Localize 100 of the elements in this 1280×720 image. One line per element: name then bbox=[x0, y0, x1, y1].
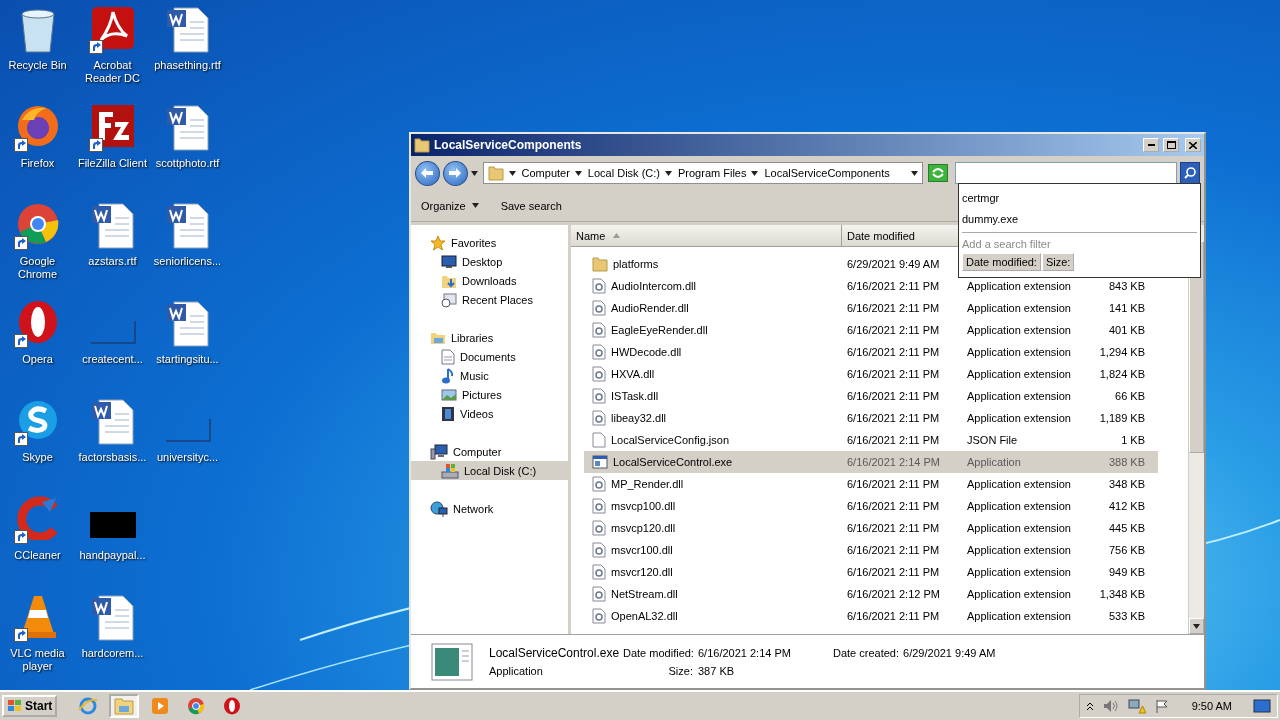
nav-item[interactable]: Music bbox=[411, 366, 568, 385]
file-type: Application extension bbox=[967, 302, 1072, 314]
desktop-icon-label[interactable]: Recycle Bin bbox=[8, 59, 67, 72]
maximize-icon bbox=[1166, 141, 1176, 149]
nav-item[interactable]: Desktop bbox=[411, 252, 568, 271]
desktop-icon-label[interactable]: startingsitu... bbox=[156, 353, 219, 366]
desktop-icon-label[interactable]: factorsbasis... bbox=[78, 451, 147, 464]
desktop-icon-label[interactable]: phasething.rtf bbox=[154, 59, 221, 72]
desktop-icon-label[interactable]: Firefox bbox=[20, 157, 55, 170]
browser-e-icon bbox=[78, 696, 99, 716]
file-row[interactable]: HXVA.dll 6/16/2021 2:11 PM Application extension 1,824 KB bbox=[584, 363, 1158, 385]
file-date: 6/16/2021 2:11 PM bbox=[847, 280, 941, 292]
nav-item[interactable]: Pictures bbox=[411, 385, 568, 404]
breadcrumb-item[interactable]: LocalServiceComponents bbox=[751, 167, 890, 179]
file-row[interactable]: MP_Render.dll 6/16/2021 2:11 PM Application extension 348 KB bbox=[584, 473, 1158, 495]
search-button[interactable] bbox=[1180, 162, 1200, 184]
nav-item[interactable]: Documents bbox=[411, 347, 568, 366]
file-row[interactable]: msvcr100.dll 6/16/2021 2:11 PM Application extension 756 KB bbox=[584, 539, 1158, 561]
desktop-icon-label[interactable]: scottphoto.rtf bbox=[155, 157, 220, 170]
file-type: JSON File bbox=[967, 434, 1019, 446]
file-row[interactable]: AudioRender.dll 6/16/2021 2:11 PM Application extension 141 KB bbox=[584, 297, 1158, 319]
desktop-icon-label[interactable]: Skype bbox=[22, 451, 53, 464]
nav-item[interactable]: Computer bbox=[411, 442, 568, 461]
breadcrumb-item[interactable]: Program Files bbox=[665, 167, 747, 179]
search-filter-button[interactable]: Date modified: bbox=[962, 253, 1041, 271]
file-row[interactable]: ISTask.dll 6/16/2021 2:11 PM Application extension 66 KB bbox=[584, 385, 1158, 407]
desktop-icon-label[interactable]: handpaypal... bbox=[79, 549, 146, 562]
nav-item[interactable]: Recent Places bbox=[411, 290, 568, 309]
desktop-icon-label[interactable]: hardcorem... bbox=[81, 647, 144, 660]
network-warning-icon bbox=[1127, 698, 1146, 714]
file-row[interactable]: LocalServiceControl.exe 6/16/2021 2:14 PM Application 388 KB bbox=[584, 451, 1158, 473]
address-bar[interactable]: Computer Local Disk (C:) Program Files LocalServiceComponents bbox=[482, 162, 924, 184]
nav-item[interactable]: Downloads bbox=[411, 271, 568, 290]
file-row[interactable]: msvcp120.dll 6/16/2021 2:11 PM Application extension 445 KB bbox=[584, 517, 1158, 539]
file-name: NetStream.dll bbox=[611, 588, 678, 600]
maximize-button[interactable] bbox=[1163, 138, 1179, 152]
computer-icon bbox=[430, 443, 448, 460]
caret-icon bbox=[574, 170, 582, 176]
search-suggestion[interactable]: certmgr bbox=[962, 187, 1197, 208]
file-name: AudioRender.dll bbox=[611, 302, 689, 314]
landscape-picture-icon bbox=[441, 387, 457, 402]
nav-item[interactable]: Favorites bbox=[411, 233, 568, 252]
start-button[interactable]: Start bbox=[2, 695, 58, 717]
desktop-icon-label[interactable]: CCleaner bbox=[14, 549, 61, 562]
gear-file-icon bbox=[592, 498, 606, 514]
file-date: 6/16/2021 2:11 PM bbox=[847, 434, 941, 446]
search-filter-button[interactable]: Size: bbox=[1041, 253, 1075, 271]
back-button[interactable] bbox=[415, 160, 440, 186]
desktop-icon-label[interactable]: Opera bbox=[22, 353, 53, 366]
desktop-icon-label[interactable]: universityc... bbox=[156, 451, 219, 464]
file-row[interactable]: EagleEyeRender.dll 6/16/2021 2:11 PM Application extension 401 KB bbox=[584, 319, 1158, 341]
close-button[interactable] bbox=[1185, 138, 1201, 152]
folder-icon bbox=[487, 165, 504, 181]
caret-icon bbox=[665, 170, 672, 176]
refresh-button[interactable] bbox=[928, 164, 948, 182]
scroll-down-button[interactable] bbox=[1189, 618, 1204, 634]
gear-file-icon bbox=[592, 278, 606, 294]
caret-icon bbox=[471, 203, 479, 208]
file-row[interactable]: NetStream.dll 6/16/2021 2:12 PM Application extension 1,348 KB bbox=[584, 583, 1158, 605]
desktop-icon-label[interactable]: FileZilla Client bbox=[77, 157, 148, 170]
caret-icon bbox=[751, 170, 759, 176]
file-row[interactable]: AudioIntercom.dll 6/16/2021 2:11 PM Application extension 843 KB bbox=[584, 275, 1158, 297]
file-size: 1,824 KB bbox=[1098, 368, 1145, 380]
minimize-button[interactable] bbox=[1143, 138, 1159, 152]
document-icon bbox=[165, 300, 210, 348]
nav-item[interactable]: Videos bbox=[411, 404, 568, 423]
file-row[interactable]: msvcp100.dll 6/16/2021 2:11 PM Application extension 412 KB bbox=[584, 495, 1158, 517]
film-strip-icon bbox=[441, 405, 455, 422]
file-name: HWDecode.dll bbox=[611, 346, 682, 358]
desktop-icon-label[interactable]: createcent... bbox=[82, 353, 143, 366]
desktop-icon-label[interactable]: azstars.rtf bbox=[88, 255, 137, 268]
toolbar-button[interactable]: Save search bbox=[496, 195, 566, 216]
ftp-app-icon bbox=[90, 104, 135, 148]
organize-menu[interactable]: Organize bbox=[417, 195, 483, 216]
file-row[interactable]: LocalServiceConfig.json 6/16/2021 2:11 PM JSON File 1 KB bbox=[584, 429, 1158, 451]
desktop-icon-label[interactable]: VLC media player bbox=[0, 647, 75, 673]
nav-item[interactable]: Network bbox=[411, 499, 568, 518]
nav-item[interactable]: Local Disk (C:) bbox=[411, 461, 568, 480]
file-row[interactable]: HWDecode.dll 6/16/2021 2:11 PM Application extension 1,294 KB bbox=[584, 341, 1158, 363]
file-row[interactable]: OpenAL32.dll 6/16/2021 2:11 PM Application extension 533 KB bbox=[584, 605, 1158, 627]
file-row[interactable]: msvcr120.dll 6/16/2021 2:11 PM Application extension 949 KB bbox=[584, 561, 1158, 583]
details-value: 387 KB bbox=[698, 664, 736, 677]
desktop-icon-label[interactable]: seniorlicens... bbox=[153, 255, 222, 268]
file-row[interactable]: libeay32.dll 6/16/2021 2:11 PM Application extension 1,189 KB bbox=[584, 407, 1158, 429]
search-field[interactable] bbox=[954, 162, 1178, 184]
breadcrumb-item[interactable]: Computer bbox=[508, 167, 570, 179]
column-header[interactable]: Name bbox=[571, 225, 842, 246]
forward-button[interactable] bbox=[442, 160, 468, 186]
chrome-wheel-icon bbox=[15, 202, 60, 246]
nav-item[interactable]: Libraries bbox=[411, 328, 568, 347]
library-folder-icon bbox=[430, 330, 446, 345]
gear-file-icon bbox=[592, 344, 606, 360]
minimize-icon bbox=[1147, 144, 1155, 146]
desktop-icon-label[interactable]: Acrobat Reader DC bbox=[75, 59, 150, 85]
file-date: 6/16/2021 2:11 PM bbox=[847, 478, 941, 490]
breadcrumb-item[interactable]: Local Disk (C:) bbox=[574, 167, 660, 179]
refresh-arrows-icon bbox=[932, 168, 944, 178]
gear-file-icon bbox=[592, 564, 606, 580]
desktop-icon-label[interactable]: Google Chrome bbox=[0, 255, 75, 281]
search-suggestion[interactable]: dummy.exe bbox=[962, 208, 1197, 229]
